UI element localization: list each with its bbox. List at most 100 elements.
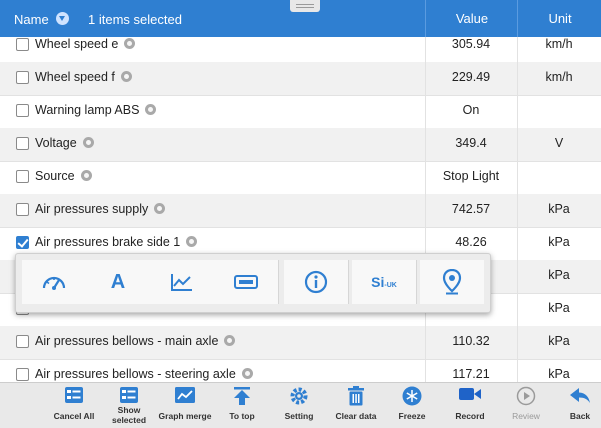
name-column-header[interactable]: Name 1 items selected <box>0 0 425 37</box>
info-button[interactable] <box>284 260 349 304</box>
row-label: Air pressures bellows - steering axle <box>35 367 236 381</box>
digital-display-icon <box>234 275 258 289</box>
back-button[interactable]: Back <box>562 383 598 428</box>
table-row[interactable]: Source Stop Light <box>0 161 601 195</box>
gauge-view-button[interactable] <box>22 260 87 304</box>
row-unit: kPa <box>548 235 570 249</box>
info-icon[interactable] <box>80 170 92 181</box>
row-unit: V <box>554 136 564 150</box>
row-checkbox[interactable] <box>16 71 29 84</box>
table-row[interactable]: Warning lamp ABS On <box>0 95 601 129</box>
trash-icon <box>348 386 364 406</box>
graph-view-button[interactable] <box>150 260 215 304</box>
text-icon: A <box>110 271 126 293</box>
cancel-all-button[interactable]: Cancel All <box>52 383 96 428</box>
row-unit: kPa <box>548 202 570 216</box>
table-row[interactable]: Air pressures bellows - steering axle 11… <box>0 359 601 382</box>
info-icon[interactable] <box>154 203 166 214</box>
row-unit: kPa <box>548 268 570 282</box>
row-label: Air pressures supply <box>35 202 149 216</box>
si-sub-label: -UK <box>384 282 397 289</box>
info-icon[interactable] <box>145 104 157 115</box>
review-button[interactable]: Review <box>506 383 546 428</box>
row-label: Air pressures bellows - main axle <box>35 334 219 348</box>
column-divider <box>425 37 426 382</box>
row-unit: kPa <box>548 334 570 348</box>
show-selected-label-line1: Show <box>117 405 141 415</box>
gauge-icon <box>42 276 66 290</box>
graph-merge-label: Graph merge <box>158 411 212 421</box>
column-divider <box>517 37 518 382</box>
row-value: 117.21 <box>452 367 490 381</box>
row-unit: km/h <box>545 70 573 84</box>
row-label: Wheel speed e <box>35 37 119 51</box>
marker-button[interactable] <box>420 260 484 304</box>
setting-label: Setting <box>284 411 314 421</box>
location-pin-icon <box>442 269 462 295</box>
table-row[interactable]: Air pressures supply 742.57 kPa <box>0 194 601 228</box>
table-row[interactable]: Voltage 349.4 V <box>0 128 601 162</box>
row-value: 48.26 <box>455 235 487 249</box>
freeze-button[interactable]: Freeze <box>392 383 432 428</box>
clear-data-button[interactable]: Clear data <box>333 383 379 428</box>
info-icon[interactable] <box>120 71 132 82</box>
row-value: On <box>462 103 480 117</box>
list-check-icon <box>120 387 138 403</box>
play-circle-icon <box>516 386 536 406</box>
row-checkbox[interactable] <box>16 170 29 183</box>
table-row[interactable]: Wheel speed f 229.49 km/h <box>0 62 601 96</box>
info-icon[interactable] <box>224 335 236 346</box>
to-top-button[interactable]: To top <box>222 383 262 428</box>
table-row[interactable]: Wheel speed e 305.94 km/h <box>0 37 601 63</box>
info-icon[interactable] <box>82 137 94 148</box>
row-value: 742.57 <box>451 202 491 216</box>
snowflake-icon <box>402 386 422 406</box>
row-checkbox[interactable] <box>16 335 29 348</box>
unit-switch-button[interactable]: Si-UK <box>352 260 417 304</box>
row-value: 349.4 <box>455 136 487 150</box>
data-stream-list[interactable]: Wheel speed e 305.94 km/h Wheel speed f … <box>0 37 601 382</box>
list-cancel-icon <box>65 387 83 403</box>
graph-merge-icon <box>175 387 195 403</box>
unit-si-uk-icon: Si-UK <box>352 274 416 290</box>
table-row[interactable]: Air pressures bellows - main axle 110.32… <box>0 326 601 360</box>
value-column-header: Value <box>425 0 518 37</box>
review-label: Review <box>512 411 540 421</box>
row-label: Source <box>35 169 75 183</box>
info-icon[interactable] <box>186 236 198 247</box>
video-camera-icon <box>459 388 481 400</box>
text-view-button[interactable]: A <box>86 260 151 304</box>
row-label: Warning lamp ABS <box>35 103 140 117</box>
graph-mode-popup: A Si-UK <box>15 253 491 313</box>
info-icon[interactable] <box>241 368 253 379</box>
back-label: Back <box>569 411 591 421</box>
info-icon[interactable] <box>124 38 136 49</box>
row-checkbox[interactable] <box>16 104 29 117</box>
drag-handle-icon[interactable] <box>290 0 320 12</box>
show-selected-button[interactable]: Show selected <box>108 383 150 428</box>
row-value: 110.32 <box>452 334 490 348</box>
setting-button[interactable]: Setting <box>277 383 321 428</box>
table-header: Name 1 items selected Value Unit <box>0 0 601 37</box>
row-checkbox-checked[interactable] <box>16 236 29 249</box>
record-button[interactable]: Record <box>450 383 490 428</box>
clear-data-label: Clear data <box>335 411 377 421</box>
row-unit: kPa <box>548 301 570 315</box>
row-label: Air pressures brake side 1 <box>35 235 181 249</box>
back-arrow-icon <box>570 388 590 403</box>
row-checkbox[interactable] <box>16 368 29 381</box>
row-checkbox[interactable] <box>16 203 29 216</box>
name-header-label: Name <box>14 12 49 27</box>
row-label: Voltage <box>35 136 77 150</box>
row-checkbox[interactable] <box>16 38 29 51</box>
row-value: Stop Light <box>442 169 500 183</box>
row-value: 229.49 <box>451 70 491 84</box>
record-label: Record <box>455 411 485 421</box>
row-value: 305.94 <box>451 37 491 51</box>
info-icon <box>304 270 328 294</box>
row-checkbox[interactable] <box>16 137 29 150</box>
graph-merge-button[interactable]: Graph merge <box>157 383 213 428</box>
sort-icon[interactable] <box>56 12 69 25</box>
show-selected-label-line2: selected <box>111 415 147 425</box>
digital-view-button[interactable] <box>214 260 279 304</box>
